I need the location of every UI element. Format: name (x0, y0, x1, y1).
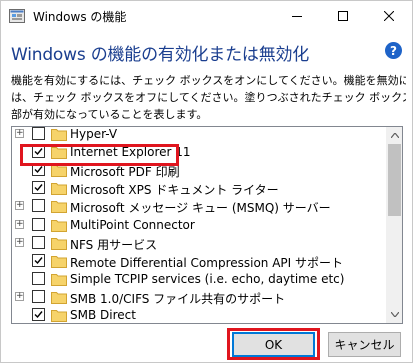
feature-row[interactable]: Remote Differential Compression API サポート (12, 252, 386, 270)
feature-checkbox[interactable] (32, 308, 45, 321)
description-line: は、チェック ボックスをオフにしてください。塗りつぶされたチェック ボックスは、… (11, 91, 406, 104)
vertical-scrollbar[interactable] (386, 127, 402, 323)
feature-checkbox[interactable] (32, 181, 45, 195)
chevron-down-icon (390, 312, 399, 317)
feature-row[interactable]: + Microsoft メッセージ キュー (MSMQ) サーバー (12, 197, 386, 215)
minimize-icon (292, 16, 302, 17)
feature-label: Hyper-V (70, 127, 118, 141)
expand-icon[interactable]: + (15, 201, 24, 211)
folder-icon (51, 129, 67, 141)
feature-checkbox[interactable] (32, 127, 45, 140)
feature-row[interactable]: + SMB 1.0/CIFS ファイル共有のサポート (12, 288, 386, 306)
feature-label: MultiPoint Connector (70, 217, 195, 232)
folder-icon (51, 219, 67, 232)
feature-label: Simple TCPIP services (i.e. echo, daytim… (70, 271, 345, 286)
expand-icon[interactable]: + (15, 129, 24, 138)
maximize-button[interactable] (320, 1, 366, 31)
feature-checkbox[interactable] (32, 199, 45, 213)
feature-checkbox[interactable] (32, 217, 45, 231)
feature-label: Microsoft メッセージ キュー (MSMQ) サーバー (70, 201, 331, 216)
annotation-highlight-internet-explorer (20, 144, 179, 166)
window-title: Windows の機能 (33, 10, 127, 24)
windows-features-dialog: Windows の機能 Windows の機能の有効化または無効化 ? 機能を有… (0, 0, 413, 363)
folder-icon (51, 255, 67, 268)
feature-label: SMB Direct (70, 308, 136, 322)
expand-icon[interactable]: + (15, 219, 24, 229)
folder-icon (51, 273, 67, 286)
expand-icon[interactable]: + (15, 291, 24, 301)
feature-checkbox[interactable] (32, 253, 45, 267)
checkmark-icon (34, 256, 43, 264)
close-icon (384, 11, 394, 21)
feature-row[interactable]: + Hyper-V (12, 127, 386, 143)
feature-row[interactable]: SMB Direct (12, 306, 386, 323)
annotation-highlight-ok-button (227, 328, 320, 360)
chevron-up-icon (390, 133, 399, 138)
feature-checkbox[interactable] (32, 235, 45, 249)
expand-icon[interactable]: + (15, 237, 24, 247)
title-bar[interactable]: Windows の機能 (1, 1, 412, 31)
feature-checkbox[interactable] (32, 289, 45, 303)
scroll-up-button[interactable] (386, 127, 402, 144)
folder-icon (51, 291, 67, 304)
folder-icon (51, 237, 67, 250)
minimize-button[interactable] (274, 1, 320, 31)
feature-row[interactable]: + NFS 用サービス (12, 234, 386, 252)
windows-features-app-icon (9, 9, 25, 23)
checkmark-icon (34, 311, 43, 319)
maximize-icon (338, 11, 348, 21)
feature-label: SMB 1.0/CIFS ファイル共有のサポート (70, 291, 286, 306)
scroll-down-button[interactable] (386, 306, 402, 323)
dialog-description: 機能を有効にするには、チェック ボックスをオンにしてください。機能を無効にするに… (11, 72, 406, 123)
checkmark-icon (34, 184, 43, 192)
feature-row[interactable]: Simple TCPIP services (i.e. echo, daytim… (12, 270, 386, 288)
description-line: 部が有効になっていることを表します。 (11, 108, 208, 121)
feature-label: Remote Differential Compression API サポート (70, 255, 344, 270)
feature-label: Microsoft XPS ドキュメント ライター (70, 183, 279, 198)
feature-row[interactable]: Microsoft XPS ドキュメント ライター (12, 179, 386, 197)
folder-icon (51, 201, 67, 214)
feature-label: NFS 用サービス (70, 237, 158, 252)
folder-icon (51, 310, 67, 322)
cancel-button[interactable]: キャンセル (328, 332, 401, 357)
description-line: 機能を有効にするには、チェック ボックスをオンにしてください。機能を無効にするに (11, 74, 406, 87)
feature-row[interactable]: + MultiPoint Connector (12, 216, 386, 234)
folder-icon (51, 183, 67, 196)
feature-checkbox[interactable] (32, 271, 45, 285)
dialog-heading: Windows の機能の有効化または無効化 (11, 45, 310, 65)
scrollbar-thumb[interactable] (388, 144, 401, 216)
close-button[interactable] (366, 1, 412, 31)
help-icon[interactable]: ? (385, 42, 402, 59)
